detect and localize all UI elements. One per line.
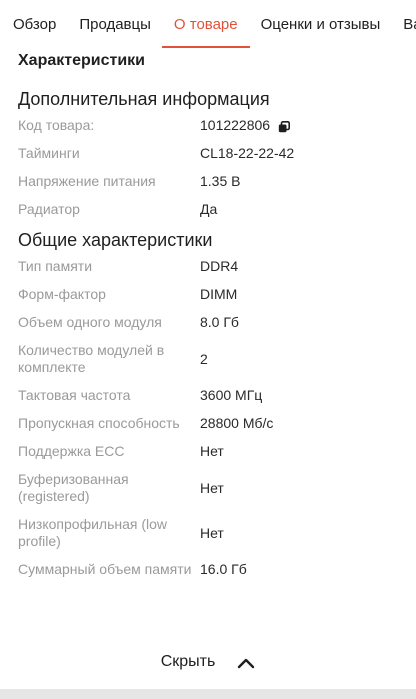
spec-row: Количество модулей в комплекте 2 bbox=[18, 342, 398, 376]
spec-label: Суммарный объем памяти bbox=[18, 561, 192, 577]
spec-label: Буферизованная (registered) bbox=[18, 471, 129, 504]
section-title: Характеристики bbox=[18, 52, 146, 69]
spec-row: Суммарный объем памяти 16.0 Гб bbox=[18, 561, 398, 578]
spec-row: Код товара: 101222806 bbox=[18, 117, 398, 134]
spec-value: 1.35 В bbox=[200, 173, 241, 189]
spec-row: Объем одного модуля 8.0 Гб bbox=[18, 314, 398, 331]
spec-value: DDR4 bbox=[200, 258, 239, 274]
group-title-general: Общие характеристики bbox=[18, 230, 213, 250]
spec-row: Напряжение питания 1.35 В bbox=[18, 173, 398, 190]
spec-label: Количество модулей в комплекте bbox=[18, 342, 165, 375]
tab-questions[interactable]: Ва bbox=[403, 0, 416, 48]
hide-button-label: Скрыть bbox=[160, 653, 216, 670]
spec-label: Пропускная способность bbox=[18, 415, 180, 431]
spec-value: CL18-22-22-42 bbox=[200, 145, 295, 161]
spec-row: Тайминги CL18-22-22-42 bbox=[18, 145, 398, 162]
spec-row: Пропускная способность 28800 Мб/с bbox=[18, 415, 398, 432]
spec-row: Тактовая частота 3600 МГц bbox=[18, 387, 398, 404]
tab-sellers[interactable]: Продавцы bbox=[79, 0, 151, 48]
tab-about-product[interactable]: О товаре bbox=[161, 0, 250, 48]
tab-reviews[interactable]: Оценки и отзывы bbox=[261, 0, 381, 48]
spec-row: Тип памяти DDR4 bbox=[18, 258, 398, 275]
spec-label: Тактовая частота bbox=[18, 387, 131, 403]
spec-label: Тайминги bbox=[18, 145, 80, 161]
spec-value: DIMM bbox=[200, 286, 238, 302]
spec-row: Буферизованная (registered) Нет bbox=[18, 471, 398, 505]
hide-button[interactable]: Скрыть bbox=[0, 640, 416, 684]
spec-label: Поддержка ECC bbox=[18, 443, 125, 459]
characteristics-panel: Характеристики Дополнительная информация… bbox=[18, 48, 398, 589]
bottom-divider bbox=[0, 689, 416, 699]
spec-row: Низкопрофильная (low profile) Нет bbox=[18, 516, 398, 550]
spec-value: 101222806 bbox=[200, 117, 291, 134]
spec-value: 2 bbox=[200, 350, 208, 367]
spec-row: Радиатор Да bbox=[18, 201, 398, 218]
spec-label: Код товара: bbox=[18, 117, 95, 133]
spec-row: Форм-фактор DIMM bbox=[18, 286, 398, 303]
spec-value: 28800 Мб/с bbox=[200, 415, 274, 431]
spec-value: Да bbox=[200, 201, 218, 217]
spec-label: Напряжение питания bbox=[18, 173, 156, 189]
product-code: 101222806 bbox=[200, 117, 271, 133]
spec-label: Низкопрофильная (low profile) bbox=[18, 516, 168, 549]
spec-value: 3600 МГц bbox=[200, 387, 263, 403]
spec-value: Нет bbox=[200, 443, 224, 459]
copy-icon[interactable] bbox=[278, 120, 291, 132]
group-title-additional: Дополнительная информация bbox=[18, 89, 270, 109]
spec-label: Радиатор bbox=[18, 201, 80, 217]
spec-value: Нет bbox=[200, 524, 224, 541]
spec-value: 16.0 Гб bbox=[200, 561, 247, 577]
spec-value: 8.0 Гб bbox=[200, 314, 239, 330]
spec-label: Тип памяти bbox=[18, 258, 93, 274]
tab-bar: Обзор Продавцы О товаре Оценки и отзывы … bbox=[0, 0, 416, 48]
spec-value: Нет bbox=[200, 479, 224, 496]
spec-row: Поддержка ECC Нет bbox=[18, 443, 398, 460]
chevron-up-icon bbox=[237, 656, 255, 669]
spec-label: Объем одного модуля bbox=[18, 314, 162, 330]
spec-label: Форм-фактор bbox=[18, 286, 106, 302]
tab-overview[interactable]: Обзор bbox=[13, 0, 56, 48]
product-page: Обзор Продавцы О товаре Оценки и отзывы … bbox=[0, 0, 416, 699]
